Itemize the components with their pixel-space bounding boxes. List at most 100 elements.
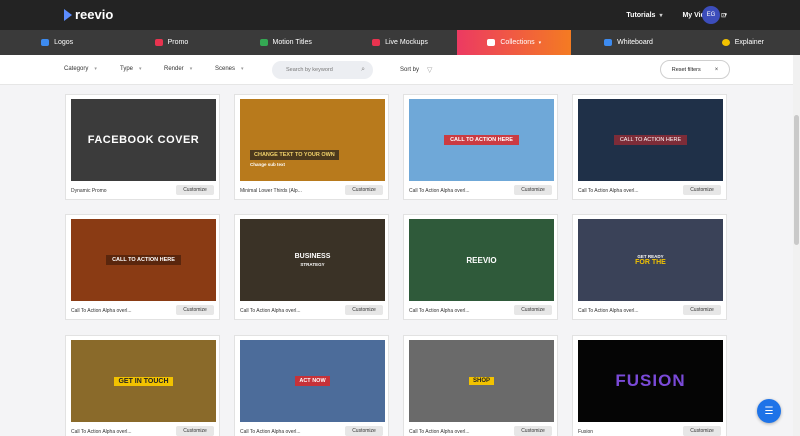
scenes-filter[interactable]: Scenes ▾ [215,66,244,72]
template-title: Call To Action Alpha overl... [240,429,301,435]
logo-text: reevio [75,7,114,22]
template-card[interactable]: FUSION Fusion Customize [572,335,727,436]
live-mockups-icon [372,39,381,46]
render-filter-label: Render [164,66,184,72]
thumbnail-text: FOR THE [635,259,666,266]
template-card[interactable]: CALL TO ACTION HERE Call To Action Alpha … [65,214,220,320]
tab-live-mockups[interactable]: Live Mockups [343,30,457,55]
customize-button[interactable]: Customize [683,305,721,315]
template-title: Call To Action Alpha overl... [409,188,470,194]
template-card[interactable]: ACT NOW Call To Action Alpha overl... Cust… [234,335,389,436]
logos-icon [41,39,50,46]
sort-by-control[interactable]: Sort by ▽ [400,66,432,74]
template-thumbnail[interactable]: GET READY FOR THE [578,219,723,301]
tab-whiteboard[interactable]: Whiteboard [571,30,685,55]
thumbnail-overlay: FUSION [578,340,723,422]
template-thumbnail[interactable]: CHANGE TEXT TO YOUR OWN Change sub text [240,99,385,181]
thumbnail-subtext: STRATEGY [300,262,325,267]
reset-filters-button[interactable]: Reset filters × [660,60,730,79]
template-card[interactable]: BUSINESS STRATEGY Call To Action Alpha ove… [234,214,389,320]
customize-button[interactable]: Customize [514,185,552,195]
reevio-logo[interactable]: reevio [64,7,113,22]
template-thumbnail[interactable]: SHOP [409,340,554,422]
sort-by-label: Sort by [400,67,420,73]
search-input[interactable]: Search by keyword ⌕ [272,61,373,79]
customize-button[interactable]: Customize [176,426,214,436]
template-thumbnail[interactable]: CALL TO ACTION HERE [71,219,216,301]
template-card[interactable]: CALL TO ACTION HERE Call To Action Alpha … [403,94,558,200]
thumbnail-text: BUSINESS [294,253,331,260]
template-title: Call To Action Alpha overl... [578,308,639,314]
reevio-logo-icon [64,8,72,21]
tab-motion-titles[interactable]: Motion Titles [229,30,343,55]
filter-bar: Category ▾ Type ▾ Render ▾ Scenes ▾ Sear… [0,55,800,85]
category-filter[interactable]: Category ▾ [64,66,97,72]
template-thumbnail[interactable]: CALL TO ACTION HERE [578,99,723,181]
motion-titles-icon [259,39,268,46]
thumbnail-text: GET IN TOUCH [114,376,173,386]
thumbnail-text: ACT NOW [295,376,330,386]
tab-label: Explainer [734,39,764,46]
template-thumbnail[interactable]: FACEBOOK COVER [71,99,216,181]
template-card[interactable]: SHOP Call To Action Alpha overl... Customi… [403,335,558,436]
customize-button[interactable]: Customize [345,305,383,315]
category-filter-label: Category [64,66,89,72]
chat-icon: ☰ [764,405,774,417]
type-filter[interactable]: Type ▾ [120,66,142,72]
template-title: Dynamic Promo [71,188,107,194]
tab-label: Whiteboard [617,39,653,46]
tutorials-link[interactable]: Tutorials ▾ [626,12,662,19]
template-thumbnail[interactable]: BUSINESS STRATEGY [240,219,385,301]
tutorials-label: Tutorials [626,11,656,19]
thumbnail-text: CALL TO ACTION HERE [106,255,181,265]
tab-collections[interactable]: Collections ▾ [457,30,572,55]
thumbnail-text: FUSION [615,371,686,390]
promo-icon [154,39,163,46]
scrollbar[interactable] [793,55,800,436]
tab-promo[interactable]: Promo [114,30,228,55]
render-filter[interactable]: Render ▾ [164,66,192,72]
thumbnail-overlay: GET READY FOR THE [578,219,723,301]
template-thumbnail[interactable]: CALL TO ACTION HERE [409,99,554,181]
template-card[interactable]: GET IN TOUCH Call To Action Alpha overl..… [65,335,220,436]
chevron-down-icon: ▾ [139,66,142,72]
customize-button[interactable]: Customize [683,185,721,195]
thumbnail-overlay: FACEBOOK COVER [71,99,216,181]
thumbnail-overlay: CALL TO ACTION HERE [578,99,723,181]
template-title: Call To Action Alpha overl... [409,308,470,314]
template-card[interactable]: CHANGE TEXT TO YOUR OWN Change sub text Mi… [234,94,389,200]
thumbnail-overlay: CALL TO ACTION HERE [71,219,216,301]
template-card[interactable]: REEVIO Call To Action Alpha overl... Custo… [403,214,558,320]
template-thumbnail[interactable]: GET IN TOUCH [71,340,216,422]
template-thumbnail[interactable]: FUSION [578,340,723,422]
thumbnail-overlay: GET IN TOUCH [71,340,216,422]
customize-button[interactable]: Customize [514,426,552,436]
customize-button[interactable]: Customize [514,305,552,315]
chevron-down-icon: ▾ [189,66,193,72]
thumbnail-text: CHANGE TEXT TO YOUR OWN [250,150,339,160]
chat-button[interactable]: ☰ [757,399,781,423]
customize-button[interactable]: Customize [176,305,214,315]
customize-button[interactable]: Customize [176,185,214,195]
tab-logos[interactable]: Logos [0,30,114,55]
template-card[interactable]: FACEBOOK COVER Dynamic Promo Customize [65,94,220,200]
chevron-down-icon: ▾ [659,12,663,19]
top-bar: reevio Tutorials ▾ My Videos ⊡ EG ▾ [0,0,800,30]
account-menu-caret-icon[interactable]: ▾ [724,12,727,18]
search-icon[interactable]: ⌕ [361,66,365,74]
close-icon: × [714,66,719,73]
template-grid: FACEBOOK COVER Dynamic Promo Customize CHAN… [0,85,793,436]
template-card[interactable]: GET READY FOR THE Call To Action Alpha ove… [572,214,727,320]
thumbnail-overlay: CALL TO ACTION HERE [409,99,554,181]
template-thumbnail[interactable]: ACT NOW [240,340,385,422]
customize-button[interactable]: Customize [683,426,721,436]
chevron-down-icon: ▾ [538,39,542,46]
scrollbar-thumb[interactable] [794,115,799,245]
customize-button[interactable]: Customize [345,426,383,436]
template-card[interactable]: CALL TO ACTION HERE Call To Action Alpha … [572,94,727,200]
reset-filters-label: Reset filters [671,66,701,73]
customize-button[interactable]: Customize [345,185,383,195]
avatar[interactable]: EG [702,6,720,24]
template-thumbnail[interactable]: REEVIO [409,219,554,301]
tab-explainer[interactable]: Explainer [686,30,800,55]
